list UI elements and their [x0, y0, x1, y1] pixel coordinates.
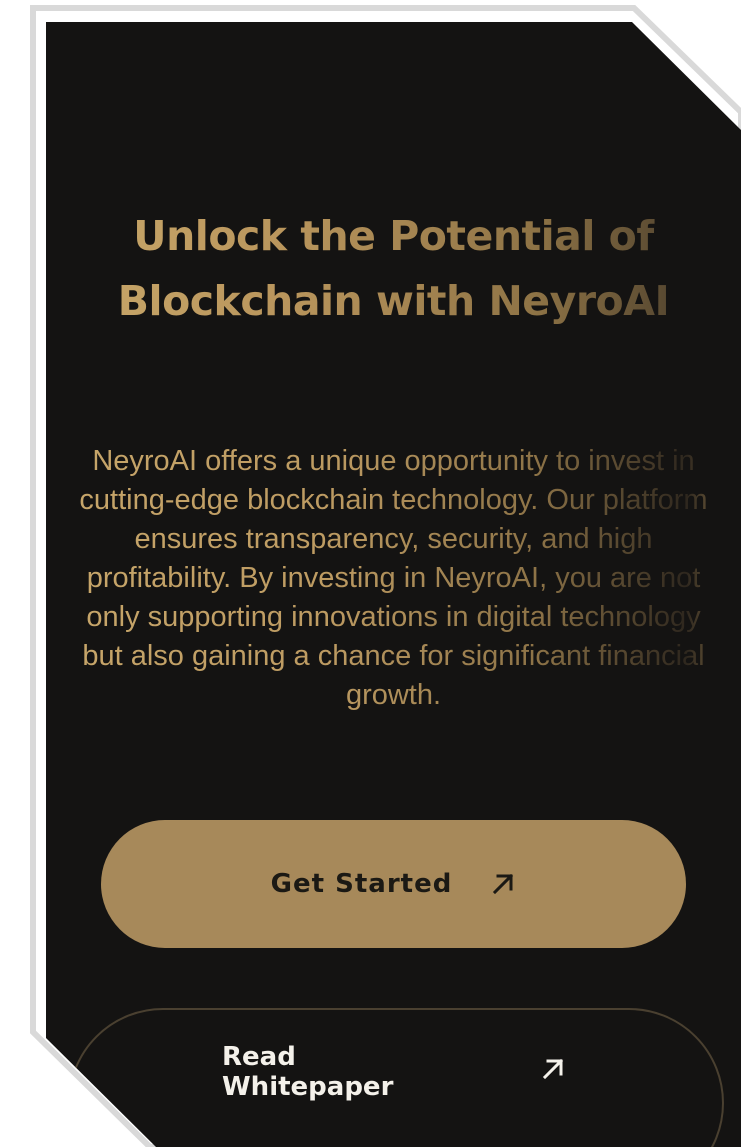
read-whitepaper-label: Read Whitepaper [222, 1042, 394, 1102]
hero-title-line-1: Unlock the Potential of [133, 212, 654, 260]
screenshot-frame: Unlock the Potential of Blockchain with … [0, 0, 741, 1147]
hero-description: NeyroAI offers a unique opportunity to i… [68, 442, 719, 715]
read-whitepaper-button[interactable]: Read Whitepaper [68, 1008, 724, 1147]
get-started-button[interactable]: Get Started [101, 820, 686, 948]
hero-title-line-2: Blockchain with NeyroAI [117, 277, 670, 325]
get-started-label: Get Started [270, 869, 453, 899]
arrow-up-right-icon [542, 1058, 564, 1080]
arrow-up-right-icon [493, 873, 514, 895]
hero-title: Unlock the Potential of Blockchain with … [46, 204, 741, 334]
hero-card: Unlock the Potential of Blockchain with … [46, 22, 741, 1147]
